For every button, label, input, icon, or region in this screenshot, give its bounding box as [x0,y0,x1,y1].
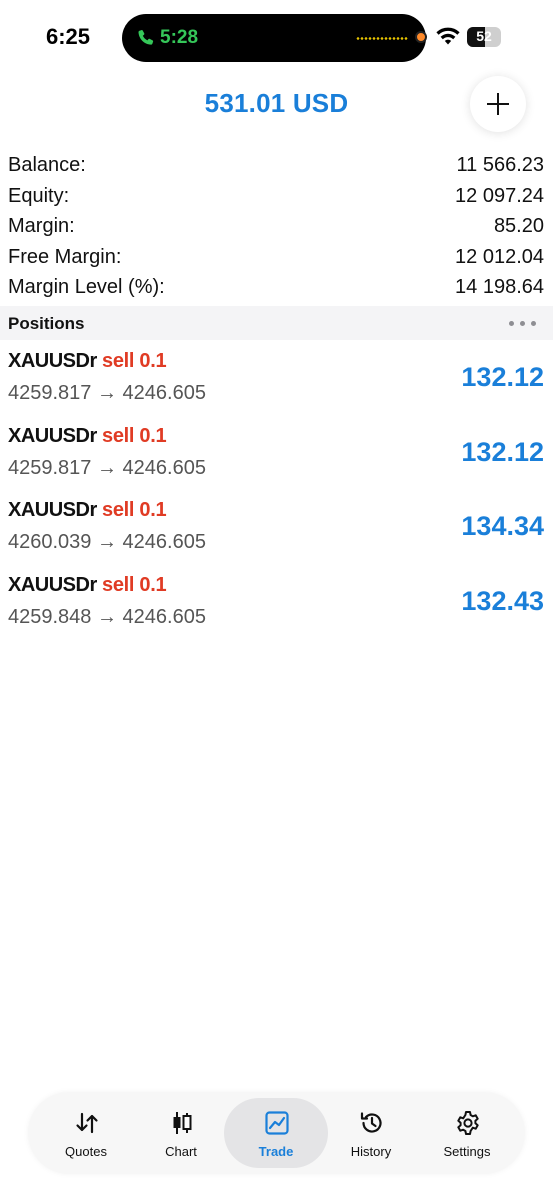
summary-value: 11 566.23 [456,154,545,176]
position-prices: 4259.848 → 4246.605 [8,605,206,628]
tab-quotes[interactable]: Quotes [34,1098,138,1168]
summary-label: Margin Level (%): [8,276,165,298]
phone-icon [138,30,154,45]
summary-value: 12 012.04 [455,245,544,268]
position-row[interactable]: XAUUSDr sell 0.1 4259.848 → 4246.605 132… [0,570,553,645]
positions-list: XAUUSDr sell 0.1 4259.817 → 4246.605 132… [0,346,553,644]
position-profit: 134.34 [461,511,544,541]
summary-label: Free Margin: [8,245,122,268]
arrows-updown-icon [76,1112,98,1134]
tab-label: History [350,1144,392,1159]
dynamic-island[interactable]: 5:28 [122,14,426,62]
recording-indicator-icon [415,31,427,43]
positions-section-header: Positions [0,306,553,340]
position-prices: 4260.039 → 4246.605 [8,531,206,553]
status-bar: 6:25 5:28 52 [0,0,553,74]
position-symbol: XAUUSDr [8,499,97,521]
tab-label: Trade [258,1144,294,1159]
position-side: sell 0.1 [102,424,167,447]
summary-row-balance: Balance: 11 566.23 [0,150,553,181]
audio-waveform [356,37,408,40]
position-symbol: XAUUSDr [8,350,97,372]
position-profit: 132.43 [461,585,544,616]
status-time: 6:25 [46,24,91,49]
summary-value: 12 097.24 [455,184,544,207]
position-symbol: XAUUSDr [8,424,97,447]
position-prices: 4259.817 → 4246.605 [8,456,206,479]
position-side: sell 0.1 [102,350,167,372]
position-profit: 132.12 [461,362,544,392]
battery-level: 52 [476,28,492,44]
position-row[interactable]: XAUUSDr sell 0.1 4260.039 → 4246.605 134… [0,495,553,570]
summary-row-margin-level: Margin Level (%): 14 198.64 [0,272,553,303]
more-options-icon[interactable] [509,321,537,327]
position-side: sell 0.1 [102,499,167,521]
position-profit: 132.12 [461,436,544,467]
status-icons: 52 [413,26,533,48]
gear-icon [457,1111,479,1135]
battery-icon: 52 [467,27,501,47]
position-side: sell 0.1 [102,573,167,596]
tab-settings[interactable]: Settings [415,1098,519,1168]
summary-row-equity: Equity: 12 097.24 [0,181,553,212]
position-symbol: XAUUSDr [8,573,97,596]
summary-label: Equity: [8,184,70,207]
summary-label: Balance: [8,154,86,176]
call-duration: 5:28 [160,27,199,48]
wifi-icon [436,27,460,45]
positions-title: Positions [8,314,85,333]
trade-screen: 6:25 5:28 52 531.01 USD Balance: 11 566.… [0,0,553,1200]
bottom-tab-bar: Quotes Chart Trade History Settings [28,1092,525,1174]
summary-row-margin: Margin: 85.20 [0,211,553,242]
summary-value: 14 198.64 [455,276,544,298]
tab-chart[interactable]: Chart [129,1098,233,1168]
trade-chart-icon [265,1111,289,1135]
summary-row-free-margin: Free Margin: 12 012.04 [0,242,553,273]
position-row[interactable]: XAUUSDr sell 0.1 4259.817 → 4246.605 132… [0,346,553,421]
position-row[interactable]: XAUUSDr sell 0.1 4259.817 → 4246.605 132… [0,421,553,496]
candlestick-icon [173,1112,192,1134]
tab-label: Quotes [65,1144,107,1159]
tab-trade[interactable]: Trade [224,1098,328,1168]
tab-label: Settings [443,1144,491,1159]
tab-history[interactable]: History [319,1098,423,1168]
position-prices: 4259.817 → 4246.605 [8,382,206,404]
summary-label: Margin: [8,215,75,237]
history-icon [360,1112,382,1133]
account-summary: Balance: 11 566.23 Equity: 12 097.24 Mar… [0,150,553,303]
new-order-button[interactable] [470,76,526,132]
tab-label: Chart [165,1144,197,1159]
summary-value: 85.20 [493,215,544,237]
